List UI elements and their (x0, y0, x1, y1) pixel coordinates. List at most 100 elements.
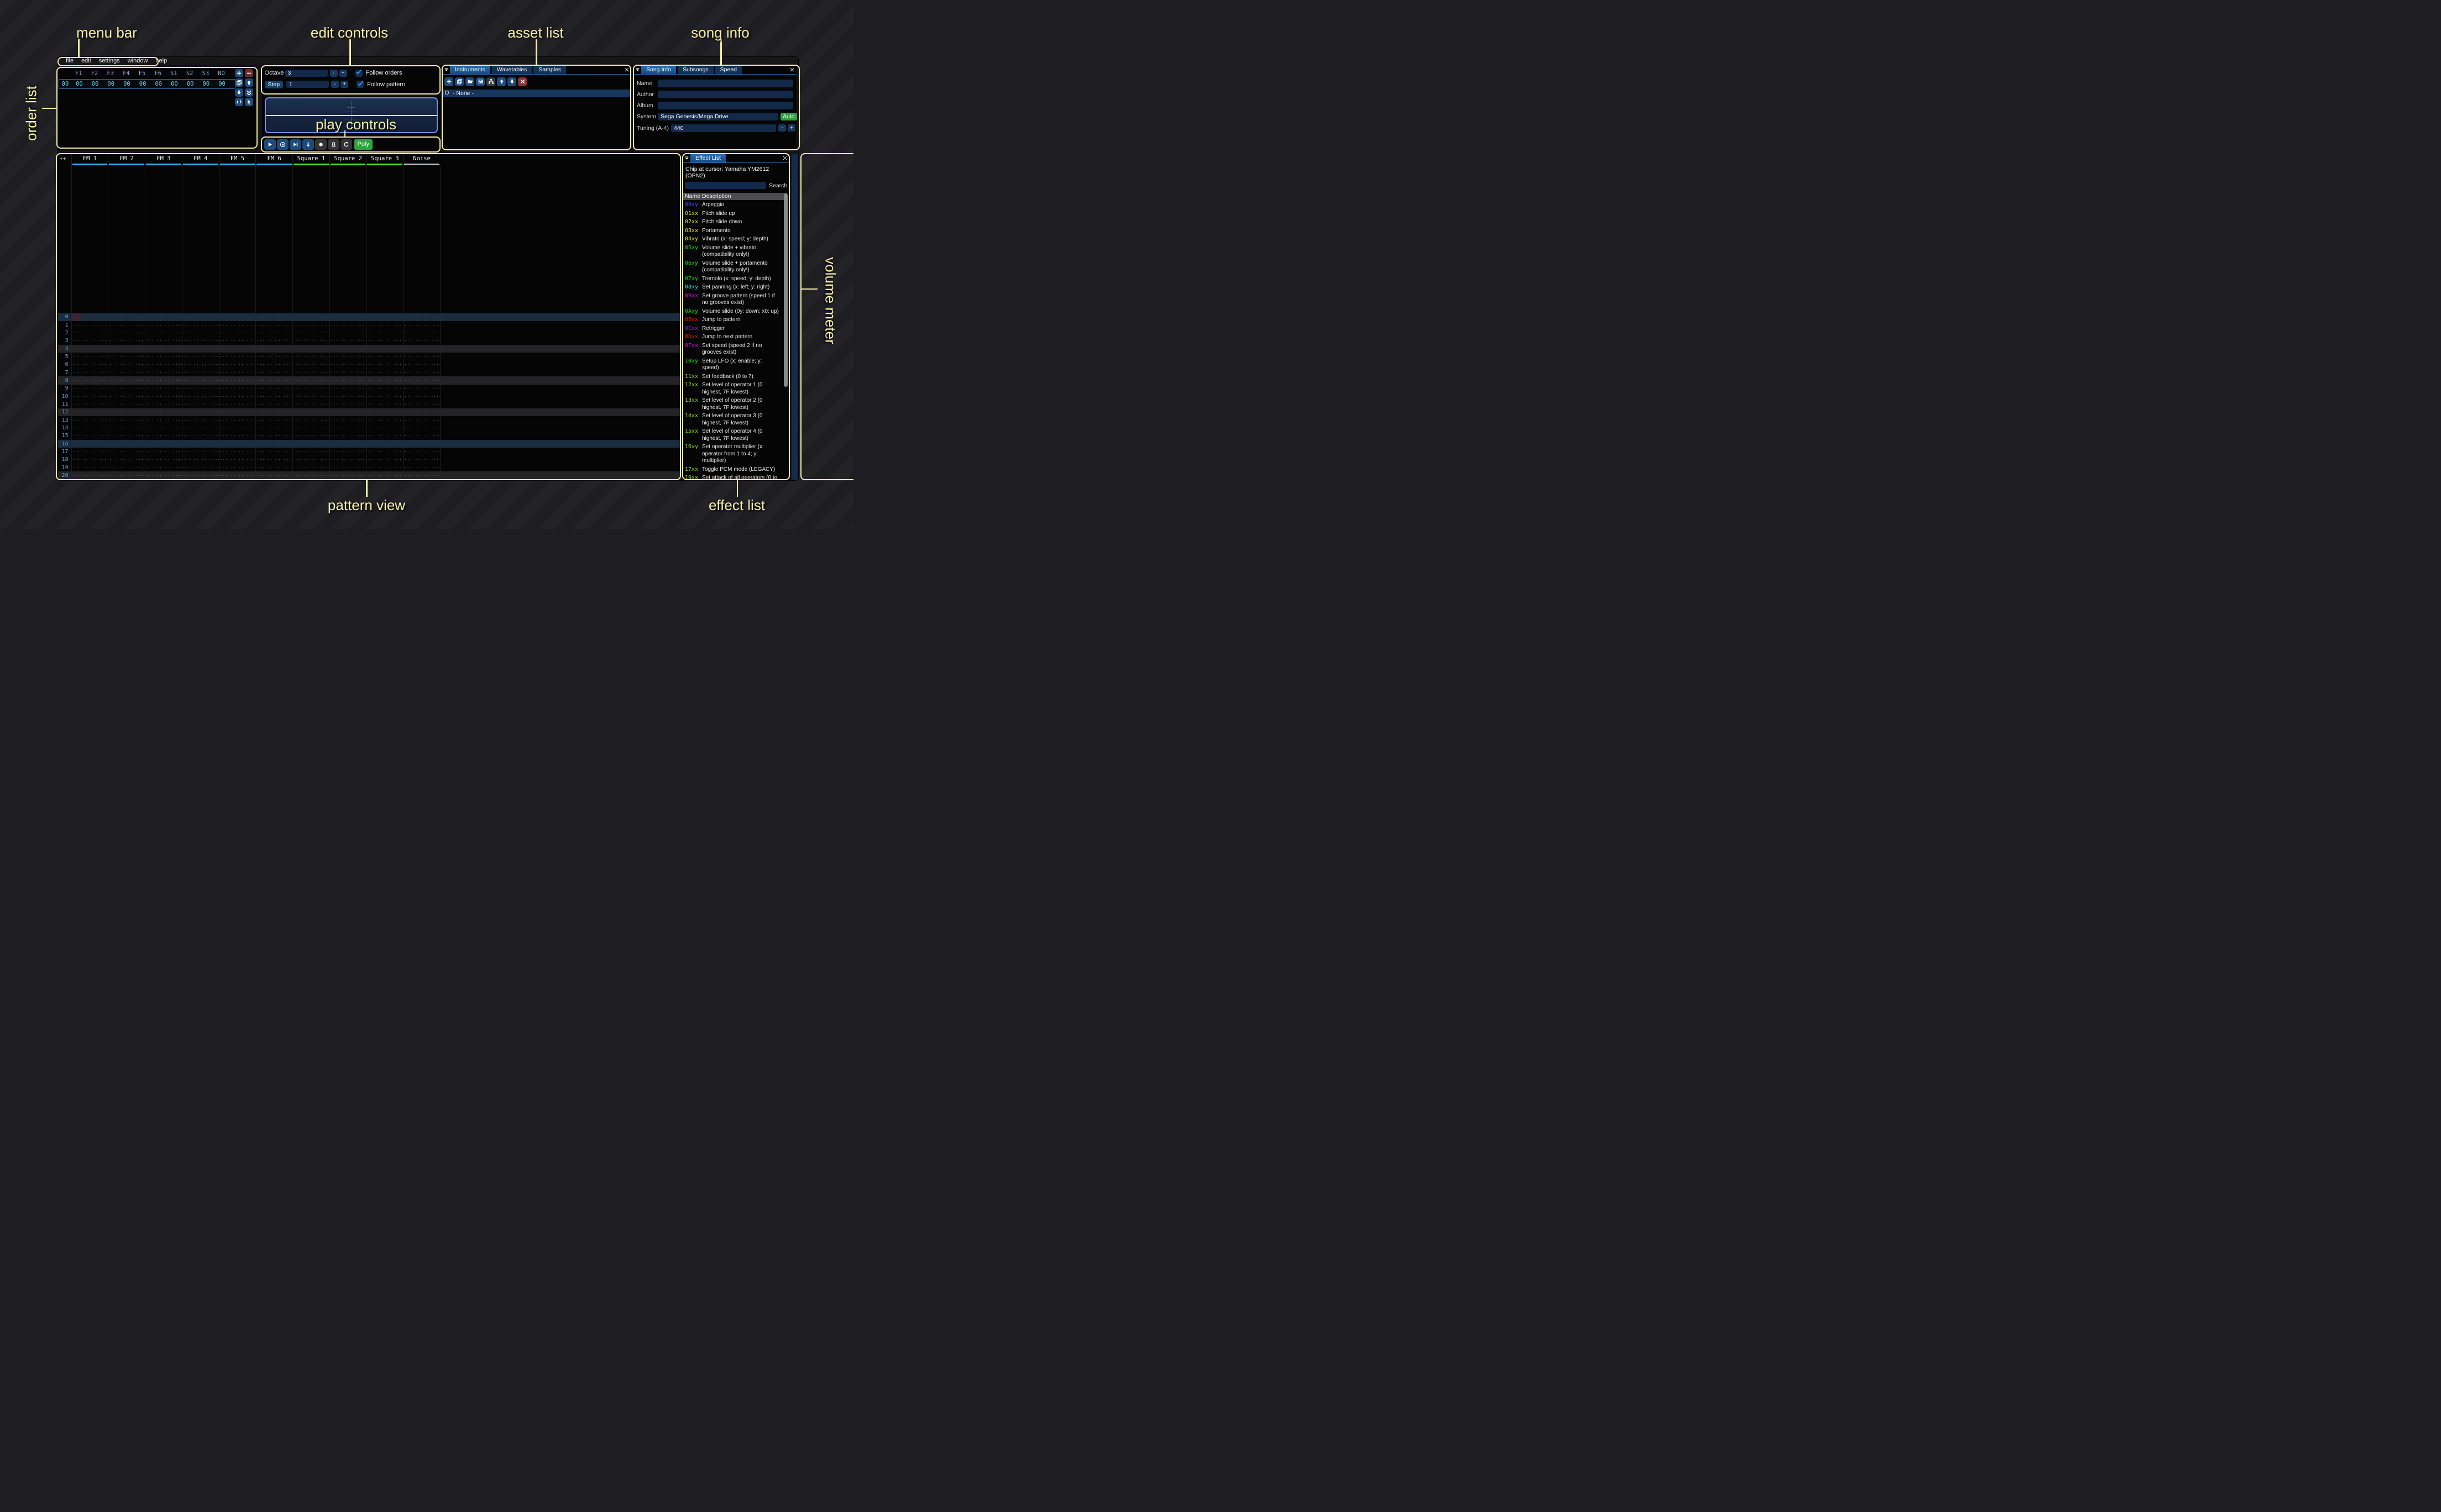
pattern-cell[interactable]: ··· ·· ·· ···· (219, 449, 256, 454)
pattern-cell[interactable]: ··· ·· ·· ···· (255, 457, 292, 462)
pattern-cell[interactable]: ··· ·· ·· ···· (292, 418, 329, 423)
pattern-cell[interactable]: ··· ·· ·· ···· (366, 378, 403, 383)
pattern-cell[interactable]: ··· ·· ·· ···· (403, 465, 440, 470)
pattern-cell[interactable]: ··· ·· ·· ···· (182, 330, 219, 335)
pattern-cell[interactable]: ··· ·· ·· ···· (292, 465, 329, 470)
pattern-cell[interactable]: ··· ·· ·· ···· (255, 418, 292, 423)
asset-move-up-button[interactable] (497, 77, 506, 86)
pattern-cell[interactable]: ··· ·· ·· ···· (366, 330, 403, 335)
pattern-cell[interactable]: ··· ·· ·· ···· (71, 465, 108, 470)
pattern-cell[interactable]: ··· ·· ·· ···· (366, 354, 403, 359)
pattern-cell[interactable]: ··· ·· ·· ···· (366, 402, 403, 407)
pattern-cell[interactable]: ··· ·· ·· ···· (182, 418, 219, 423)
pattern-cell[interactable]: ··· ·· ·· ···· (292, 330, 329, 335)
pattern-cell[interactable]: ··· ·· ·· ···· (255, 442, 292, 447)
menu-item-file[interactable]: file (62, 57, 77, 65)
pattern-cell[interactable]: ··· ·· ·· ···· (71, 354, 108, 359)
octave-input[interactable] (285, 70, 328, 77)
step-increase-button[interactable]: + (341, 81, 348, 88)
pattern-cell[interactable]: ··· ·· ·· ···· (329, 394, 366, 399)
asset-delete-button[interactable] (518, 77, 527, 86)
pattern-cell[interactable]: ··· ·· ·· ···· (329, 465, 366, 470)
pattern-cell[interactable]: ··· ·· ·· ···· (219, 330, 256, 335)
pattern-cell[interactable]: ··· ·· ·· ···· (219, 465, 256, 470)
channel-header-square-1[interactable]: Square 1 (292, 154, 329, 166)
pattern-cell[interactable]: ··· ·· ·· ···· (108, 370, 145, 375)
pattern-cell[interactable]: ··· ·· ·· ···· (145, 347, 182, 351)
pattern-cell[interactable]: ··· ·· ·· ···· (403, 347, 440, 351)
pattern-cell[interactable]: ··· ·· ·· ···· (255, 386, 292, 391)
asset-tree-view-button[interactable] (486, 77, 495, 86)
pattern-cell[interactable]: ··· ·· ·· ···· (182, 386, 219, 391)
pattern-cell[interactable]: ··· ·· ·· ···· (366, 362, 403, 367)
pattern-cell[interactable]: ··· ·· ·· ···· (145, 323, 182, 328)
pattern-cell[interactable]: ··· ·· ·· ···· (292, 457, 329, 462)
pattern-cell[interactable]: ··· ·· ·· ···· (366, 338, 403, 343)
tuning-decrease-button[interactable]: - (778, 124, 786, 132)
effect-search-input[interactable] (685, 182, 766, 190)
pattern-cell[interactable]: ··· ·· ·· ···· (71, 433, 108, 438)
pattern-cell[interactable]: ··· ·· ·· ···· (145, 338, 182, 343)
pattern-cell[interactable]: ··· ·· ·· ···· (182, 442, 219, 447)
pattern-cell[interactable]: ··· ·· ·· ···· (403, 442, 440, 447)
pattern-cell[interactable]: ··· ·· ·· ···· (145, 314, 182, 319)
pattern-cell[interactable]: ··· ·· ·· ···· (329, 402, 366, 407)
pattern-cell[interactable]: ··· ·· ·· ···· (292, 402, 329, 407)
pattern-cell[interactable]: ··· ·· ·· ···· (182, 449, 219, 454)
pattern-cell[interactable]: ··· ·· ·· ···· (145, 418, 182, 423)
order-cell[interactable]: 00 (166, 80, 182, 88)
order-cell[interactable]: 00 (71, 80, 87, 88)
poly-button[interactable]: Poly (354, 139, 373, 150)
pattern-cell[interactable]: ··· ·· ·· ···· (292, 394, 329, 399)
pattern-cell[interactable]: ··· ·· ·· ···· (71, 426, 108, 431)
pattern-cell[interactable]: ··· ·· ·· ···· (145, 442, 182, 447)
pattern-corner[interactable]: ++ (60, 156, 66, 162)
order-cell[interactable]: 00 (135, 80, 151, 88)
pattern-cell[interactable]: ··· ·· ·· ···· (403, 410, 440, 414)
pattern-cell[interactable]: ··· ·· ·· ···· (108, 354, 145, 359)
pattern-cell[interactable]: ··· ·· ·· ···· (145, 426, 182, 431)
pattern-cell[interactable]: ··· ·· ·· ···· (403, 394, 440, 399)
pattern-cell[interactable]: ··· ·· ·· ···· (219, 386, 256, 391)
octave-decrease-button[interactable]: - (330, 70, 338, 77)
pattern-cell[interactable]: ··· ·· ·· ···· (292, 314, 329, 319)
pattern-cell[interactable]: ··· ·· ·· ···· (71, 347, 108, 351)
pattern-cell[interactable]: ··· ·· ·· ···· (403, 354, 440, 359)
pattern-cell[interactable]: ··· ·· ·· ···· (329, 338, 366, 343)
pattern-cell[interactable]: ··· ·· ·· ···· (403, 473, 440, 478)
pattern-cell[interactable]: ··· ·· ·· ···· (292, 426, 329, 431)
pattern-cell[interactable]: ··· ·· ·· ···· (255, 347, 292, 351)
pattern-cell[interactable]: ··· ·· ·· ···· (71, 370, 108, 375)
pattern-cell[interactable]: ··· ·· ·· ···· (182, 338, 219, 343)
pattern-cell[interactable]: ··· ·· ·· ···· (71, 330, 108, 335)
pattern-cell[interactable]: ··· ·· ·· ···· (219, 323, 256, 328)
pattern-cell[interactable]: ··· ·· ·· ···· (403, 386, 440, 391)
pattern-cell[interactable]: ··· ·· ·· ···· (403, 402, 440, 407)
pattern-cell[interactable]: ··· ·· ·· ···· (219, 370, 256, 375)
channel-header-fm-6[interactable]: FM 6 (255, 154, 292, 166)
pattern-cell[interactable]: ··· ·· ·· ···· (329, 433, 366, 438)
pattern-cell[interactable]: ··· ·· ·· ···· (255, 323, 292, 328)
pattern-cell[interactable]: ··· ·· ·· ···· (366, 473, 403, 478)
pattern-cell[interactable]: ··· ·· ·· ···· (366, 386, 403, 391)
pattern-cell[interactable]: ··· ·· ·· ···· (182, 394, 219, 399)
pattern-cell[interactable]: ··· ·· ·· ···· (219, 442, 256, 447)
song-info-close-button[interactable] (788, 66, 797, 75)
pattern-cell[interactable]: ··· ·· ·· ···· (403, 433, 440, 438)
pattern-cell[interactable]: ··· ·· ·· ···· (71, 338, 108, 343)
step-input[interactable] (286, 81, 329, 88)
pattern-cell[interactable]: ··· ·· ·· ···· (329, 457, 366, 462)
pattern-cell[interactable]: ··· ·· ·· ···· (403, 314, 440, 319)
system-input[interactable] (658, 113, 778, 120)
pattern-cell[interactable]: ··· ·· ·· ···· (255, 314, 292, 319)
pattern-cell[interactable]: ··· ·· ·· ···· (145, 362, 182, 367)
pattern-cell[interactable]: ··· ·· ·· ···· (108, 418, 145, 423)
asset-add-button[interactable] (444, 77, 453, 86)
pattern-cell[interactable]: ··· ·· ·· ···· (182, 426, 219, 431)
pattern-cell[interactable]: ··· ·· ·· ···· (108, 442, 145, 447)
pattern-cell[interactable]: ··· ·· ·· ···· (292, 362, 329, 367)
pattern-cell[interactable]: ··· ·· ·· ···· (292, 338, 329, 343)
pattern-cell[interactable]: ··· ·· ·· ···· (182, 473, 219, 478)
order-remove-button[interactable] (245, 69, 253, 77)
pattern-cell[interactable]: ··· ·· ·· ···· (71, 362, 108, 367)
